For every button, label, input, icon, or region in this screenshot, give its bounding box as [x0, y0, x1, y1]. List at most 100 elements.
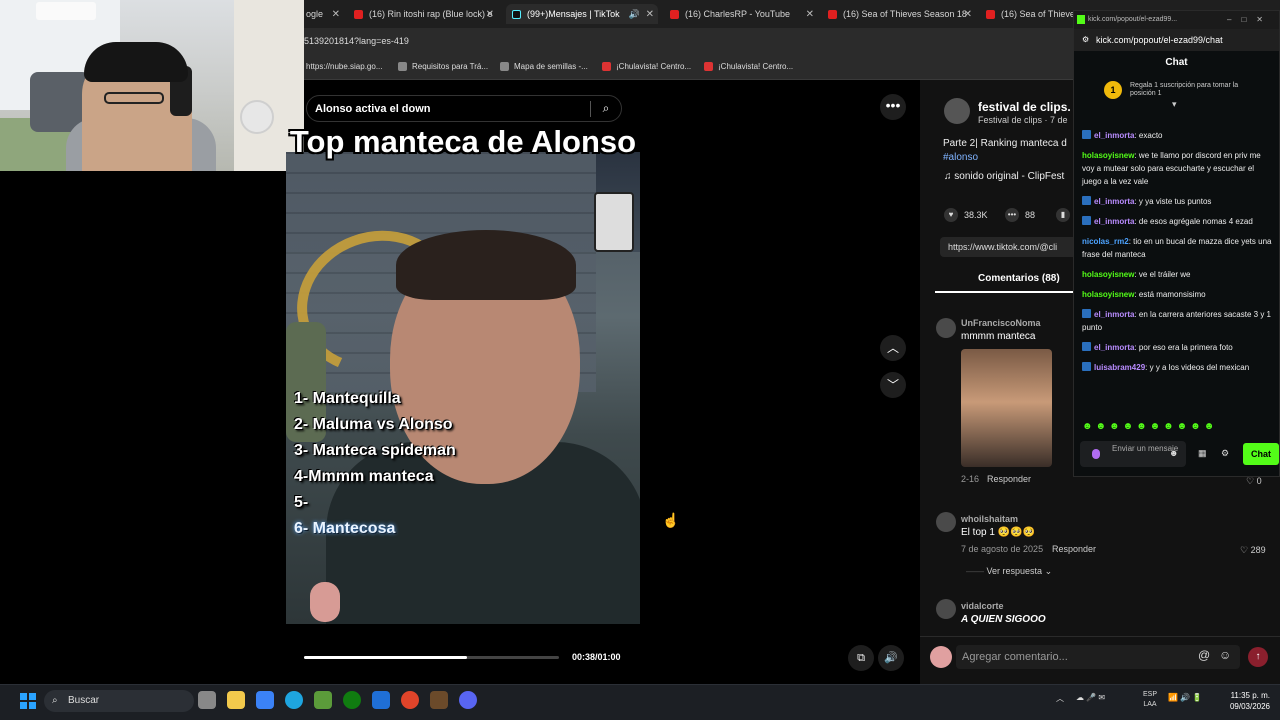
close-icon[interactable]: ✕: [646, 9, 654, 20]
system-clock[interactable]: 11:35 p. m. 09/03/2026: [1226, 690, 1270, 712]
sub-badge-icon: [1082, 130, 1091, 139]
volume-icon[interactable]: 🔊: [878, 645, 904, 671]
task-view-icon[interactable]: [198, 691, 216, 709]
comment-username[interactable]: UnFranciscoNoma: [961, 318, 1041, 328]
edge-icon[interactable]: [285, 691, 303, 709]
chat-username[interactable]: holasoyisnew: [1082, 270, 1134, 279]
tab-5[interactable]: (16) Sea of Thieves: A: [980, 4, 1074, 24]
sub-promo[interactable]: 1 Regala 1 suscripción para tomar la pos…: [1074, 75, 1279, 109]
tray-overflow-icon[interactable]: ︿: [1056, 693, 1064, 704]
comment-avatar[interactable]: [936, 599, 956, 619]
close-icon[interactable]: ✕: [332, 9, 340, 20]
channel-avatar[interactable]: [944, 98, 970, 124]
url-text[interactable]: 5139201814?lang=es-419: [304, 36, 409, 46]
emote-bar[interactable]: ☻☻☻☻☻☻☻☻☻☻: [1082, 421, 1217, 432]
app-icon[interactable]: [372, 691, 390, 709]
chevron-up-icon[interactable]: ︿: [880, 335, 906, 361]
sound-link[interactable]: ♫ sonido original - ClipFest: [944, 171, 1064, 182]
tab-4[interactable]: (16) Sea of Thieves Season 18 ✕: [822, 4, 976, 24]
mention-icon[interactable]: @: [1198, 648, 1210, 662]
copy-link-field[interactable]: https://www.tiktok.com/@cli: [940, 237, 1080, 257]
like-button[interactable]: ♥ 38.3K: [944, 208, 988, 222]
app-icon[interactable]: [430, 691, 448, 709]
gear-icon[interactable]: ⚙: [1221, 448, 1229, 459]
comment-image[interactable]: [961, 349, 1052, 467]
mini-player-icon[interactable]: ⧉: [848, 645, 874, 671]
search-input[interactable]: Alonso activa el down: [307, 103, 590, 115]
bookmark-item[interactable]: Requisitos para Trá...: [398, 62, 488, 71]
comment-username[interactable]: whoilshaitam: [961, 514, 1018, 524]
speaker-icon[interactable]: 🔊: [629, 9, 640, 20]
view-replies-button[interactable]: —— Ver respuesta ⌄: [966, 566, 1052, 577]
store-icon[interactable]: [256, 691, 274, 709]
tab-3[interactable]: (16) CharlesRP - YouTube ✕: [664, 4, 818, 24]
mic-icon[interactable]: [1092, 449, 1100, 459]
heart-icon: ♡: [1240, 545, 1249, 555]
chat-username[interactable]: luisabram429: [1094, 363, 1145, 372]
send-comment-button[interactable]: ↑: [1248, 647, 1268, 667]
windows-start-icon[interactable]: [20, 693, 36, 709]
chat-username[interactable]: nicolas_rm2: [1082, 237, 1129, 246]
search-bar[interactable]: Alonso activa el down ⌕: [306, 95, 622, 122]
tray-icons[interactable]: ☁ 🎤 ✉: [1076, 693, 1105, 702]
sub-badge-icon: [1082, 362, 1091, 371]
bookmark-label: ¡Chulavista! Centro...: [616, 62, 692, 71]
gift-icon[interactable]: ▦: [1198, 448, 1207, 459]
settings-icon[interactable]: ⚙: [1082, 29, 1089, 51]
video-player[interactable]: 1- Mantequilla 2- Maluma vs Alonso 3- Ma…: [286, 152, 640, 624]
chat-username[interactable]: holasoyisnew: [1082, 151, 1134, 160]
bookmark-item[interactable]: ¡Chulavista! Centro...: [602, 62, 691, 71]
taskbar-search[interactable]: ⌕ Buscar: [44, 690, 194, 712]
bookmark-item[interactable]: Mapa de semillas -...: [500, 62, 588, 71]
video-progress-bar[interactable]: [304, 656, 559, 659]
user-avatar: [930, 646, 952, 668]
chat-message: holasoyisnew: we te llamo por discord en…: [1082, 149, 1275, 188]
emoji-icon[interactable]: ☺: [1219, 648, 1231, 662]
xbox-icon[interactable]: [343, 691, 361, 709]
comment-username[interactable]: vidalcorte: [961, 601, 1004, 611]
emoji-icon[interactable]: ☻: [1169, 448, 1178, 458]
reply-button[interactable]: Responder: [1052, 544, 1096, 554]
chat-username[interactable]: el_inmorta: [1094, 217, 1134, 226]
close-icon[interactable]: ✕: [964, 9, 972, 20]
comment-like[interactable]: ♡ 289: [1240, 545, 1266, 556]
chat-username[interactable]: holasoyisnew: [1082, 290, 1134, 299]
comment-button[interactable]: ••• 88: [1005, 208, 1035, 222]
list-item: 6- Mantecosa: [294, 520, 396, 537]
more-options-button[interactable]: •••: [880, 94, 906, 120]
tab-1[interactable]: (16) Rin itoshi rap (Blue lock) e ✕: [348, 4, 498, 24]
hashtag-link[interactable]: #alonso: [943, 152, 978, 163]
comment-text: A QUIEN SIGOOO: [961, 614, 1046, 625]
tab-2[interactable]: (99+)Mensajes | TikTok 🔊 ✕: [506, 4, 658, 24]
search-icon[interactable]: ⌕: [591, 101, 621, 116]
comment-avatar[interactable]: [936, 512, 956, 532]
tab-0[interactable]: ogle ✕: [300, 4, 344, 24]
air-conditioner: [36, 2, 96, 20]
chat-username[interactable]: el_inmorta: [1094, 131, 1134, 140]
comment-like[interactable]: ♡ 0: [1246, 476, 1262, 487]
language-indicator[interactable]: ESP LAA: [1140, 690, 1160, 710]
bookmark-item[interactable]: ¡Chulavista! Centro...: [704, 62, 793, 71]
minecraft-icon[interactable]: [314, 691, 332, 709]
discord-icon[interactable]: [459, 691, 477, 709]
close-icon[interactable]: ✕: [486, 9, 494, 20]
channel-name[interactable]: festival de clips.: [978, 100, 1071, 114]
chevron-down-icon[interactable]: ▾: [1172, 99, 1177, 110]
chrome-icon[interactable]: [401, 691, 419, 709]
comment-avatar[interactable]: [936, 318, 956, 338]
tab-comments[interactable]: Comentarios (88): [978, 273, 1060, 284]
streamer-glasses: [104, 92, 164, 104]
close-icon[interactable]: ✕: [806, 9, 814, 20]
popout-address-bar[interactable]: ⚙ kick.com/popout/el-ezad99/chat: [1074, 29, 1279, 51]
chat-username[interactable]: el_inmorta: [1094, 310, 1134, 319]
chat-username[interactable]: el_inmorta: [1094, 343, 1134, 352]
file-explorer-icon[interactable]: [227, 691, 245, 709]
chat-send-button[interactable]: Chat: [1243, 443, 1279, 465]
bookmark-label: ¡Chulavista! Centro...: [718, 62, 794, 71]
chat-username[interactable]: el_inmorta: [1094, 197, 1134, 206]
chevron-down-icon[interactable]: ﹀: [880, 372, 906, 398]
network-volume-battery-icons[interactable]: 📶 🔊 🔋: [1168, 693, 1202, 702]
bookmark-item[interactable]: https://nube.siap.go...: [306, 62, 383, 71]
reply-button[interactable]: Responder: [987, 474, 1031, 484]
window-controls[interactable]: –□✕: [1227, 11, 1273, 29]
